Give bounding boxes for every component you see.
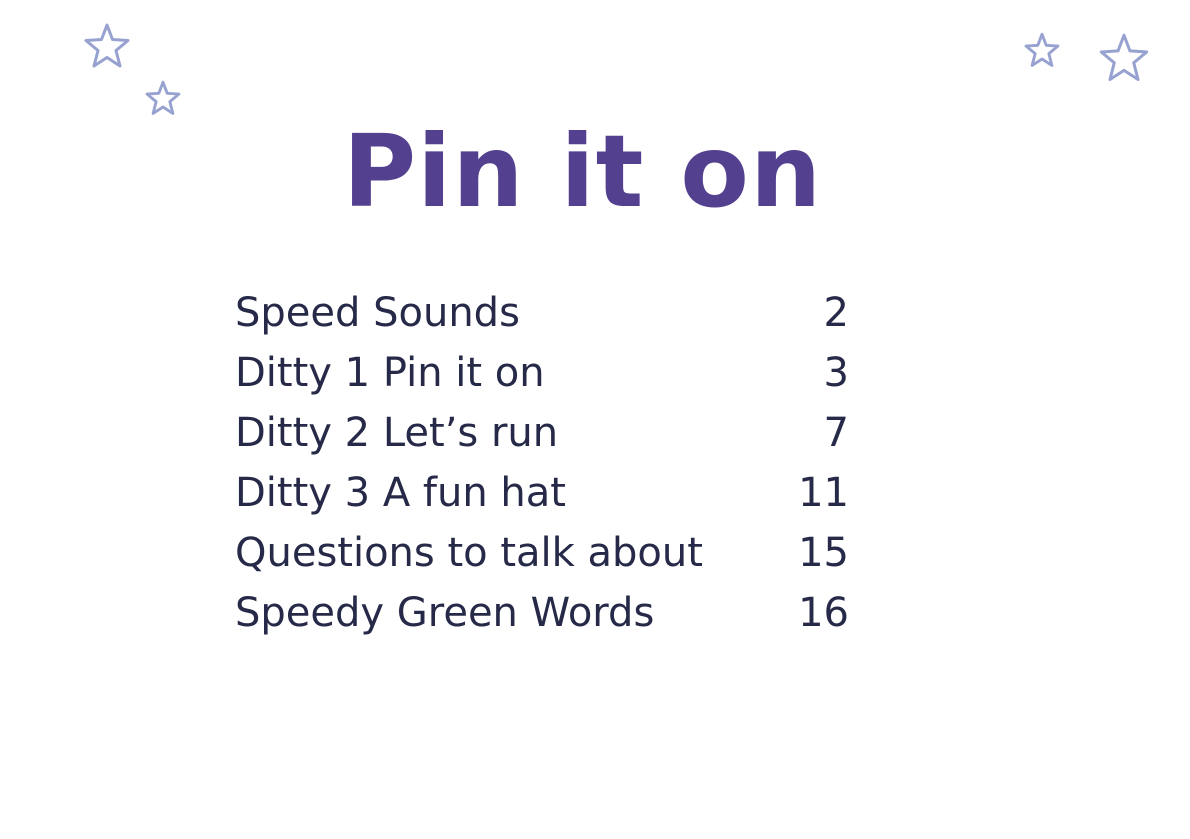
toc-entry-page-number: 16 [798, 590, 849, 636]
toc-entry-label: Ditty 2 Let’s run [235, 410, 559, 456]
toc-entry-label: Ditty 3 A fun hat [235, 470, 566, 516]
toc-entry-page-number: 2 [823, 290, 849, 336]
toc-entry: Ditty 1 Pin it on 3 [235, 343, 849, 403]
toc-entry-page-number: 15 [798, 530, 849, 576]
toc-entry-page-number: 11 [798, 470, 849, 516]
toc-entry: Speed Sounds 2 [235, 283, 849, 343]
toc-entry: Speedy Green Words 16 [235, 583, 849, 643]
toc-entry: Ditty 3 A fun hat 11 [235, 463, 849, 523]
page-title: Pin it on [342, 113, 823, 230]
toc-entry: Questions to talk about 15 [235, 523, 849, 583]
toc-entry-label: Ditty 1 Pin it on [235, 350, 545, 396]
star-icon [1023, 32, 1061, 70]
toc-entry-page-number: 7 [823, 410, 849, 456]
toc-entry: Ditty 2 Let’s run 7 [235, 403, 849, 463]
table-of-contents: Speed Sounds 2 Ditty 1 Pin it on 3 Ditty… [235, 283, 849, 643]
star-icon [82, 22, 132, 72]
toc-entry-label: Speed Sounds [235, 290, 520, 336]
toc-entry-page-number: 3 [823, 350, 849, 396]
star-icon [1097, 32, 1151, 86]
toc-entry-label: Speedy Green Words [235, 590, 655, 636]
toc-entry-label: Questions to talk about [235, 530, 703, 576]
